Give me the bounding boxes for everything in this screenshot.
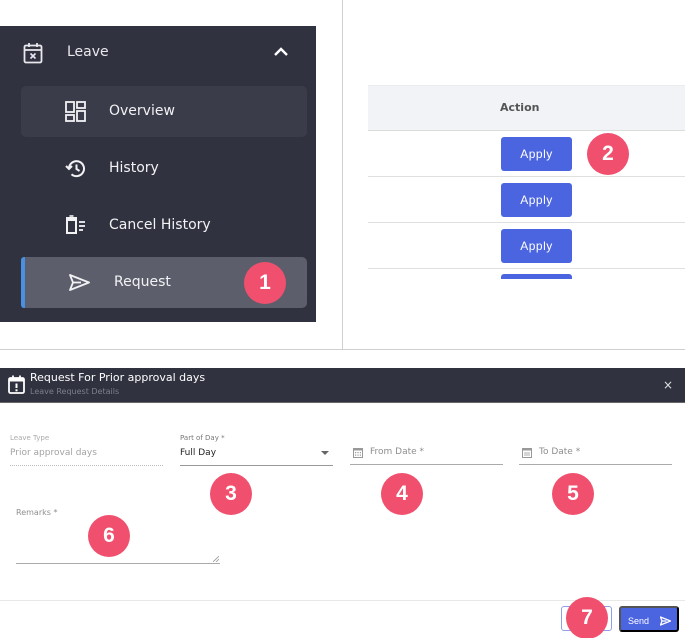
sidebar-section-leave[interactable]: Leave — [0, 26, 316, 82]
apply-button[interactable]: Apply — [501, 229, 572, 263]
step-marker-1: 1 — [244, 262, 286, 304]
step-marker-5: 5 — [552, 473, 594, 515]
table-row: Apply — [368, 269, 685, 279]
sidebar-screenshot-panel: Leave Overview History Cancel History Re… — [0, 0, 343, 349]
dialog-subtitle: Leave Request Details — [30, 387, 120, 396]
send-button-label: Send — [628, 616, 650, 626]
step-marker-3: 3 — [210, 473, 252, 515]
calendar-alert-icon — [8, 375, 25, 394]
step-marker-7: 7 — [566, 597, 608, 638]
sidebar-item-cancel-history[interactable]: Cancel History — [21, 200, 307, 251]
sidebar-item-label: History — [109, 160, 159, 176]
step-marker-4: 4 — [381, 473, 423, 515]
send-icon — [69, 274, 90, 291]
part-of-day-label: Part of Day * — [180, 434, 225, 442]
table-row: Apply — [368, 131, 685, 177]
sidebar-section-label: Leave — [67, 44, 109, 60]
calendar-icon — [522, 448, 532, 458]
sidebar-item-label: Cancel History — [109, 217, 211, 233]
column-header-action: Action — [500, 101, 540, 114]
table-row: Apply — [368, 223, 685, 269]
part-of-day-value: Full Day — [180, 448, 217, 458]
table-row: Apply — [368, 177, 685, 223]
table-header: Action — [368, 85, 685, 131]
calendar-x-icon — [23, 43, 43, 64]
to-date-input[interactable]: To Date * — [519, 440, 672, 465]
from-date-input[interactable]: From Date * — [350, 440, 503, 465]
dashboard-icon — [65, 101, 86, 122]
sidebar-item-history[interactable]: History — [21, 143, 307, 194]
sidebar-item-label: Request — [114, 274, 171, 290]
history-icon — [65, 160, 85, 178]
calendar-icon — [353, 448, 363, 458]
leave-table: Action Apply Apply Apply Apply — [368, 85, 685, 279]
sidebar-item-label: Overview — [109, 103, 175, 119]
dialog-title: Request For Prior approval days — [30, 371, 206, 384]
apply-button[interactable]: Apply — [501, 274, 572, 279]
remarks-label: Remarks * — [16, 508, 58, 517]
send-button[interactable]: Send — [619, 606, 679, 632]
section-divider — [0, 349, 685, 350]
chevron-up-icon[interactable] — [272, 46, 290, 58]
dropdown-caret-icon — [321, 451, 329, 455]
to-date-placeholder: To Date * — [539, 447, 581, 457]
part-of-day-select[interactable]: Part of Day * Full Day — [180, 432, 333, 466]
trash-list-icon — [66, 215, 85, 234]
sidebar-item-overview[interactable]: Overview — [21, 86, 307, 137]
step-marker-6: 6 — [88, 515, 130, 557]
active-indicator — [21, 257, 25, 308]
step-marker-2: 2 — [587, 133, 629, 175]
leave-type-value: Prior approval days — [10, 448, 97, 458]
apply-button[interactable]: Apply — [501, 183, 572, 217]
dialog-header: Request For Prior approval days Leave Re… — [0, 368, 685, 403]
send-icon — [660, 616, 671, 626]
close-icon[interactable]: × — [663, 378, 673, 392]
resize-handle-icon[interactable] — [213, 556, 219, 562]
leave-type-field: Leave Type Prior approval days — [10, 432, 163, 466]
leave-type-label: Leave Type — [10, 434, 50, 442]
apply-button[interactable]: Apply — [501, 137, 572, 171]
panel-divider — [342, 0, 343, 349]
from-date-placeholder: From Date * — [370, 447, 425, 457]
